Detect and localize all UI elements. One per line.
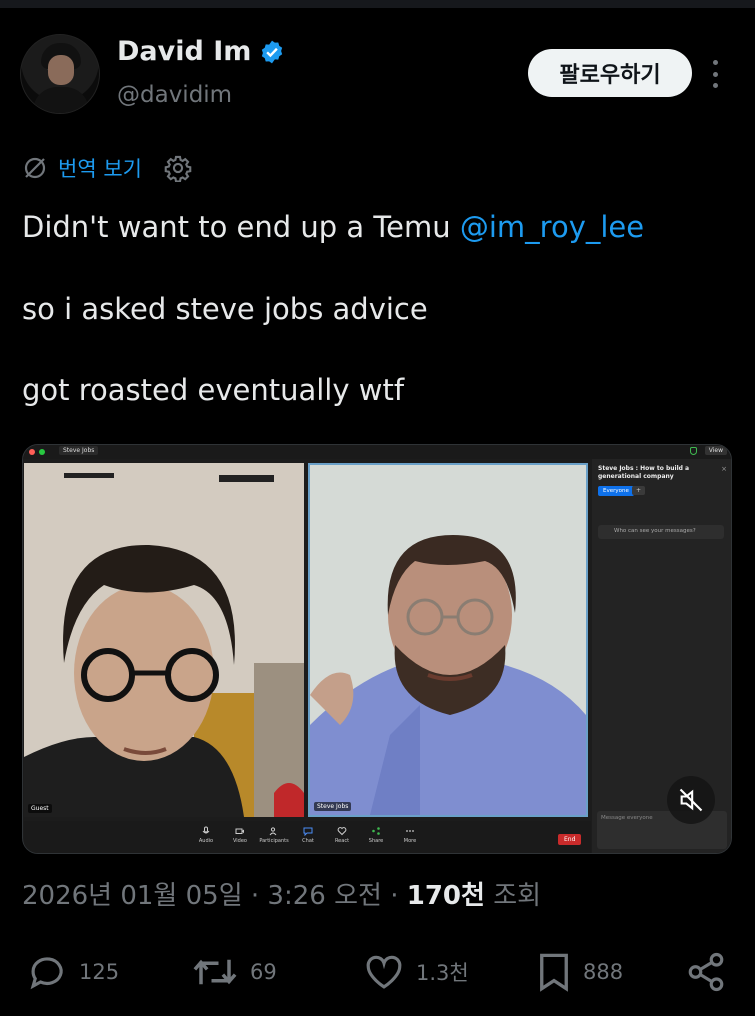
- audio-label: Audio: [198, 838, 214, 844]
- tweet-text-line-3: got roasted eventually wtf: [22, 373, 405, 407]
- add-recipient-button: +: [632, 486, 646, 495]
- handle[interactable]: @davidim: [117, 82, 232, 108]
- share-label: Share: [368, 838, 384, 844]
- guest-video-frame: [24, 463, 304, 817]
- call-window-title: Steve Jobs: [59, 446, 99, 455]
- call-control-bar: Audio Video Participants Chat React Shar…: [24, 821, 591, 853]
- end-call-button: End: [558, 834, 582, 845]
- participants-icon: [269, 827, 277, 836]
- follow-button[interactable]: 팔로우하기: [528, 49, 692, 97]
- chat-title: Steve Jobs : How to build a generational…: [598, 465, 690, 480]
- tweet-text-line-2: so i asked steve jobs advice: [22, 292, 428, 326]
- meta-separator: ·: [381, 881, 407, 911]
- close-icon: ×: [721, 465, 727, 473]
- share-icon: [372, 827, 380, 835]
- view-count: 170천: [406, 881, 485, 911]
- steve-jobs-video-frame: [310, 465, 586, 815]
- share-icon: [688, 952, 724, 992]
- view-label: 조회: [484, 881, 542, 911]
- visibility-notice: Who can see your messages?: [598, 525, 724, 539]
- mention-link[interactable]: @im_roy_lee: [460, 210, 644, 244]
- reply-icon: [30, 957, 63, 990]
- call-titlebar: Steve Jobs View: [23, 445, 731, 459]
- reply-count: 125: [79, 960, 120, 984]
- heart-icon: [366, 955, 402, 989]
- like-button[interactable]: 1.3천: [362, 946, 469, 998]
- more-options-icon[interactable]: [706, 60, 724, 88]
- verified-badge-icon: [262, 40, 283, 63]
- ellipsis-icon: [406, 830, 414, 832]
- microphone-icon: [202, 826, 210, 834]
- repost-button[interactable]: 69: [190, 946, 277, 998]
- camera-icon: [235, 828, 244, 834]
- bookmark-icon: [540, 953, 568, 992]
- tweet-text: Didn't want to end up a Temu: [22, 210, 460, 244]
- top-divider: [0, 0, 755, 8]
- bookmark-count: 888: [583, 960, 624, 984]
- muted-speaker-icon: [679, 788, 703, 812]
- gear-icon[interactable]: [164, 154, 192, 182]
- view-button: View: [704, 446, 727, 455]
- steve-jobs-video-tile: Steve Jobs: [308, 463, 588, 817]
- video-label: Video: [232, 838, 247, 844]
- guest-video-tile: Guest: [24, 463, 304, 817]
- translate-link[interactable]: 번역 보기: [58, 153, 142, 183]
- display-name-text[interactable]: David Im: [117, 36, 251, 67]
- post-time[interactable]: · 3:26 오전: [243, 881, 382, 911]
- shield-icon: [690, 447, 697, 455]
- translate-icon: [24, 157, 46, 179]
- repost-icon: [193, 959, 237, 985]
- video-media[interactable]: Steve Jobs View Guest Steve Jobs Steve J…: [22, 444, 732, 854]
- participants-label: Participants: [259, 838, 289, 844]
- bookmark-button[interactable]: 888: [535, 946, 623, 998]
- like-count: 1.3천: [416, 961, 469, 985]
- react-label: React: [334, 838, 350, 844]
- action-bar: 125 69 1.3천 888: [0, 946, 755, 998]
- repost-count: 69: [250, 960, 277, 984]
- steve-jobs-tile-label: Steve Jobs: [314, 802, 352, 811]
- chat-label: Chat: [302, 838, 314, 844]
- reply-button[interactable]: 125: [27, 946, 119, 998]
- avatar[interactable]: [20, 34, 100, 114]
- post-date[interactable]: 2026년 01월 05일: [22, 881, 243, 911]
- heart-icon: [337, 827, 347, 836]
- more-control: More: [390, 826, 430, 844]
- display-name[interactable]: David Im: [117, 36, 285, 67]
- share-button[interactable]: [685, 946, 727, 998]
- post-metadata: 2026년 01월 05일 · 3:26 오전 · 170천 조회: [22, 875, 541, 912]
- everyone-button: Everyone: [598, 486, 634, 496]
- chat-icon: [303, 827, 313, 836]
- translate-row: 번역 보기: [22, 153, 192, 183]
- more-label: More: [403, 838, 417, 844]
- unmute-button[interactable]: [667, 776, 715, 824]
- tweet-text-line-1: Didn't want to end up a Temu @im_roy_lee: [22, 210, 644, 244]
- guest-tile-label: Guest: [28, 804, 52, 813]
